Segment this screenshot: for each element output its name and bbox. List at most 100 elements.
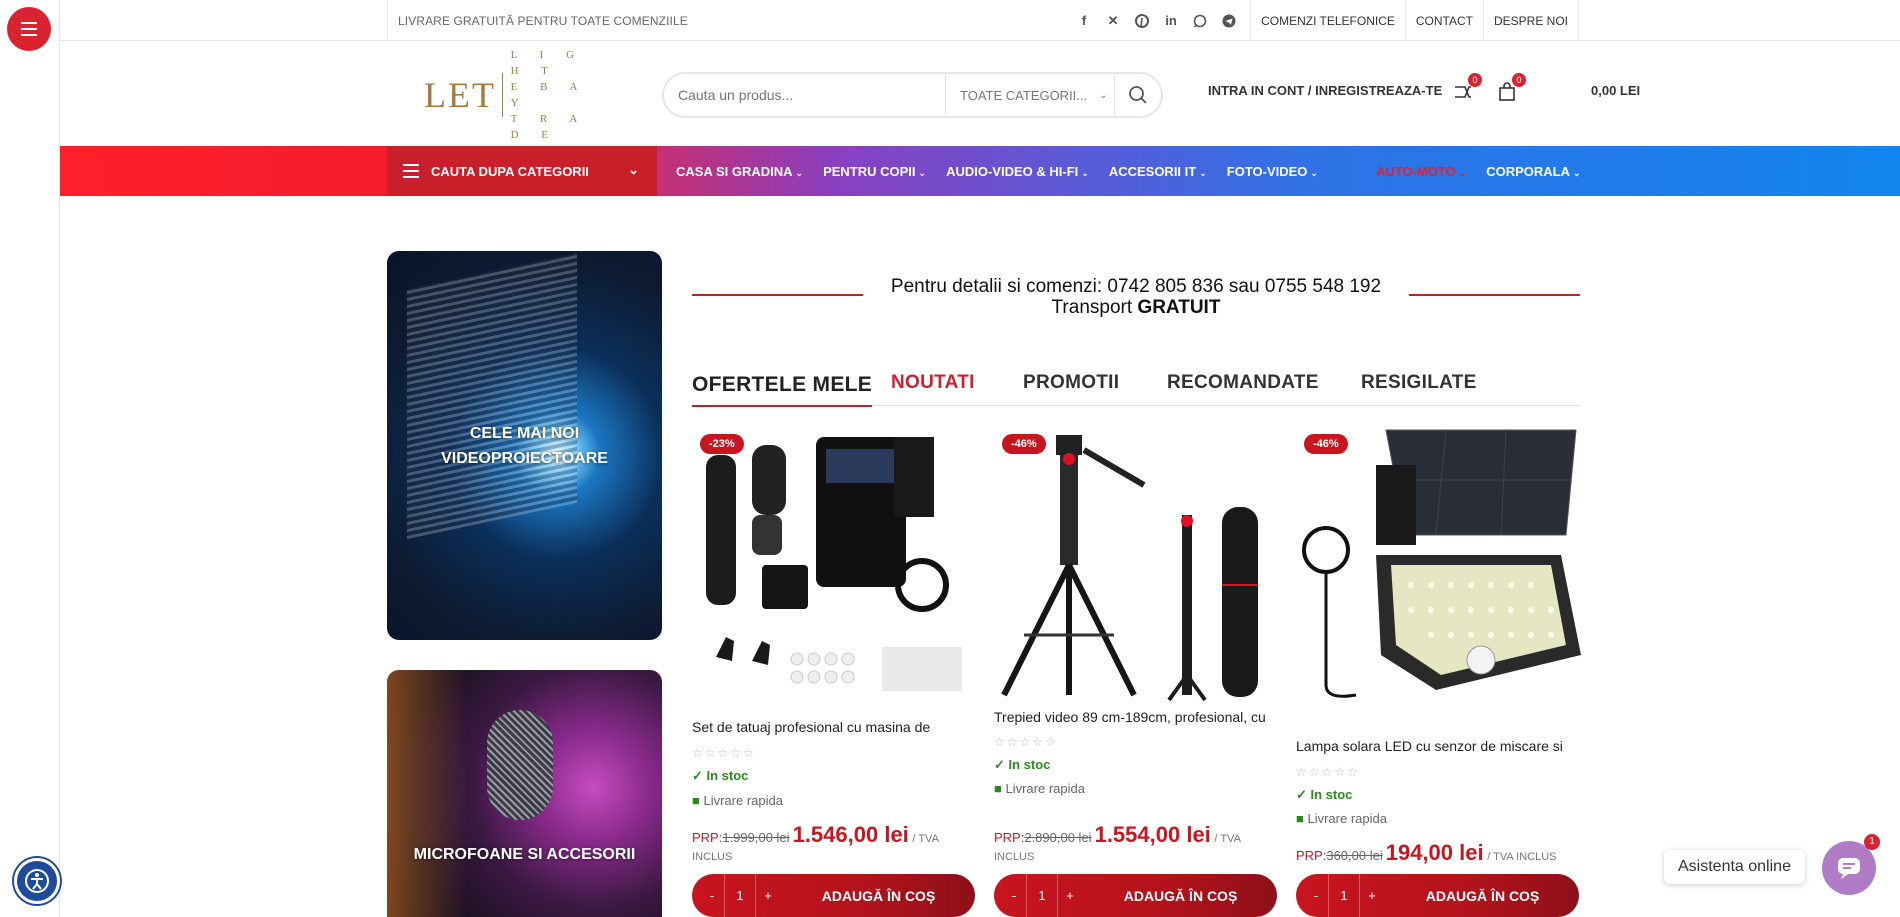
phone-orders-link[interactable]: COMENZI TELEFONICE	[1250, 0, 1405, 41]
check-icon: ✓	[692, 768, 707, 783]
tab-noutati[interactable]: NOUTATI	[891, 372, 975, 394]
shipping-info: ■ Livrare rapida	[692, 793, 783, 808]
telegram-icon[interactable]	[1222, 14, 1236, 28]
nav-item-casa-si-gradina[interactable]: CASA SI GRADINA ⌄	[676, 164, 803, 179]
rating-stars: ☆☆☆☆☆	[994, 735, 1058, 749]
truck-icon: ■	[692, 793, 704, 808]
quantity-stepper: - 1 +	[1296, 874, 1386, 917]
product-image[interactable]: -46%	[994, 425, 1279, 705]
chat-icon	[1838, 858, 1860, 879]
cart-count-badge: 0	[1512, 73, 1526, 87]
minus-button[interactable]: -	[1304, 888, 1328, 903]
logo-tagline: L I G H T E B A Y T R A D E	[510, 49, 587, 141]
banner-title: MICROFOANE SI ACCESORII	[413, 846, 636, 863]
free-transport: Transport GRATUIT	[1051, 297, 1221, 318]
about-link[interactable]: DESPRE NOI	[1482, 0, 1578, 41]
truck-icon: ■	[1296, 811, 1308, 826]
site-logo[interactable]: LET L I G H T E B A Y T R A D E	[424, 49, 594, 141]
nav-item-pentru-copii[interactable]: PENTRU COPII ⌄	[823, 164, 926, 179]
minus-button[interactable]: -	[700, 888, 724, 903]
quantity-input[interactable]: 1	[1026, 874, 1058, 917]
current-price: 1.554,00 lei	[1094, 822, 1211, 847]
quantity-stepper: - 1 +	[994, 874, 1084, 917]
add-to-cart-row: - 1 + ADAUGĂ ÎN COȘ	[1296, 874, 1579, 917]
product-card: -23% Set de tatuaj profesional cu masina…	[692, 425, 977, 917]
plus-button[interactable]: +	[1360, 888, 1384, 903]
search-button[interactable]	[1115, 74, 1161, 116]
whatsapp-icon[interactable]	[1193, 14, 1207, 28]
tab-promotii[interactable]: PROMOTII	[1023, 372, 1119, 394]
search-input[interactable]	[664, 74, 945, 116]
banner-microfoane[interactable]: MICROFOANE SI ACCESORII	[387, 670, 662, 917]
menu-button[interactable]	[7, 7, 51, 51]
product-tabs: OFERTELE MELE NOUTATI PROMOTII RECOMANDA…	[692, 364, 1580, 407]
stock-status: ✓ In stoc	[692, 768, 749, 783]
chevron-down-icon: ⌄	[1099, 89, 1108, 101]
price-block: PRP:1.999,00 lei 1.546,00 lei / TVA INCLUS	[692, 822, 939, 863]
main-nav: CAUTA DUPA CATEGORII ⌄ CASA SI GRADINA ⌄ …	[60, 146, 1900, 196]
product-title[interactable]: Trepied video 89 cm-189cm, profesional, …	[994, 709, 1266, 725]
rating-stars: ☆☆☆☆☆	[692, 746, 756, 760]
add-to-cart-button[interactable]: ADAUGĂ ÎN COȘ	[1084, 888, 1277, 904]
product-title[interactable]: Set de tatuaj profesional cu masina de	[692, 719, 930, 735]
stock-status: ✓ In stoc	[994, 757, 1051, 772]
quantity-input[interactable]: 1	[724, 874, 756, 917]
contact-link[interactable]: CONTACT	[1404, 0, 1483, 41]
product-image[interactable]: -23%	[692, 425, 977, 705]
cart-button[interactable]: 0	[1496, 73, 1526, 103]
product-card: -46% Lampa solara LED cu senzor de misca…	[1296, 425, 1581, 917]
shipping-info: ■ Livrare rapida	[1296, 811, 1387, 826]
accessibility-button[interactable]	[14, 858, 60, 904]
menu-icon	[21, 20, 37, 38]
product-card: -46% Trepied video 89 cm-189cm, profesio…	[994, 425, 1279, 917]
nav-item-audio-video[interactable]: AUDIO-VIDEO & HI-FI ⌄	[946, 164, 1089, 179]
product-title[interactable]: Lampa solara LED cu senzor de miscare si	[1296, 738, 1563, 754]
rating-stars: ☆☆☆☆☆	[1296, 765, 1360, 779]
nav-item-auto-moto[interactable]: AUTO-MOTO ⌄	[1376, 164, 1466, 179]
shipping-promo: LIVRARE GRATUITĂ PENTRU TOATE COMENZIILE	[398, 13, 688, 28]
add-to-cart-button[interactable]: ADAUGĂ ÎN COȘ	[1386, 888, 1579, 904]
discount-badge: -46%	[1002, 434, 1046, 454]
cart-total[interactable]: 0,00 LEI	[1591, 83, 1640, 98]
search-bar: TOATE CATEGORII... ⌄	[662, 72, 1163, 118]
nav-item-foto-video[interactable]: FOTO-VIDEO ⌄	[1227, 164, 1318, 179]
quantity-input[interactable]: 1	[1328, 874, 1360, 917]
facebook-icon[interactable]: f	[1077, 13, 1091, 28]
compare-button[interactable]: 0	[1452, 73, 1482, 103]
header: LET L I G H T E B A Y T R A D E TOATE CA…	[60, 41, 1900, 146]
left-rail	[0, 0, 60, 917]
tab-resigilate[interactable]: RESIGILATE	[1361, 372, 1477, 394]
price-block: PRP:360,00 lei 194,00 lei / TVA INCLUS	[1296, 840, 1557, 865]
compare-count-badge: 0	[1468, 73, 1482, 87]
add-to-cart-button[interactable]: ADAUGĂ ÎN COȘ	[782, 888, 975, 904]
plus-button[interactable]: +	[756, 888, 780, 903]
discount-badge: -23%	[700, 434, 744, 454]
page: LIVRARE GRATUITĂ PENTRU TOATE COMENZIILE…	[0, 0, 1900, 917]
accessibility-icon	[25, 869, 49, 893]
chat-badge: 1	[1864, 834, 1880, 850]
contact-info: Pentru detalii si comenzi: 0742 805 836 …	[692, 276, 1580, 320]
category-menu-button[interactable]: CAUTA DUPA CATEGORII ⌄	[387, 146, 657, 196]
quantity-stepper: - 1 +	[692, 874, 782, 917]
x-icon[interactable]: ✕	[1106, 13, 1120, 28]
chat-label[interactable]: Asistenta online	[1664, 850, 1805, 884]
banner-title: CELE MAI NOI VIDEOPROIECTOARE	[441, 424, 608, 467]
tab-recomandate[interactable]: RECOMANDATE	[1167, 372, 1319, 394]
nav-item-corporala[interactable]: CORPORALA ⌄	[1486, 164, 1580, 179]
old-price: 360,00 lei	[1326, 848, 1383, 863]
category-select[interactable]: TOATE CATEGORII... ⌄	[945, 74, 1115, 116]
account-link[interactable]: INTRA IN CONT / INREGISTREAZA-TE	[1208, 83, 1442, 98]
truck-icon: ■	[994, 781, 1006, 796]
banner-videoproiectoare[interactable]: CELE MAI NOI VIDEOPROIECTOARE	[387, 251, 662, 640]
add-to-cart-row: - 1 + ADAUGĂ ÎN COȘ	[994, 874, 1277, 917]
current-price: 194,00 lei	[1385, 840, 1484, 865]
stock-status: ✓ In stoc	[1296, 787, 1353, 802]
minus-button[interactable]: -	[1002, 888, 1026, 903]
product-image[interactable]: -46%	[1296, 425, 1581, 705]
tab-ofertele-mele[interactable]: OFERTELE MELE	[692, 373, 873, 407]
linkedin-icon[interactable]: in	[1164, 13, 1178, 28]
plus-button[interactable]: +	[1058, 888, 1082, 903]
nav-item-accesorii-it[interactable]: ACCESORII IT ⌄	[1109, 164, 1207, 179]
discount-badge: -46%	[1304, 434, 1348, 454]
pinterest-icon[interactable]	[1135, 13, 1150, 28]
